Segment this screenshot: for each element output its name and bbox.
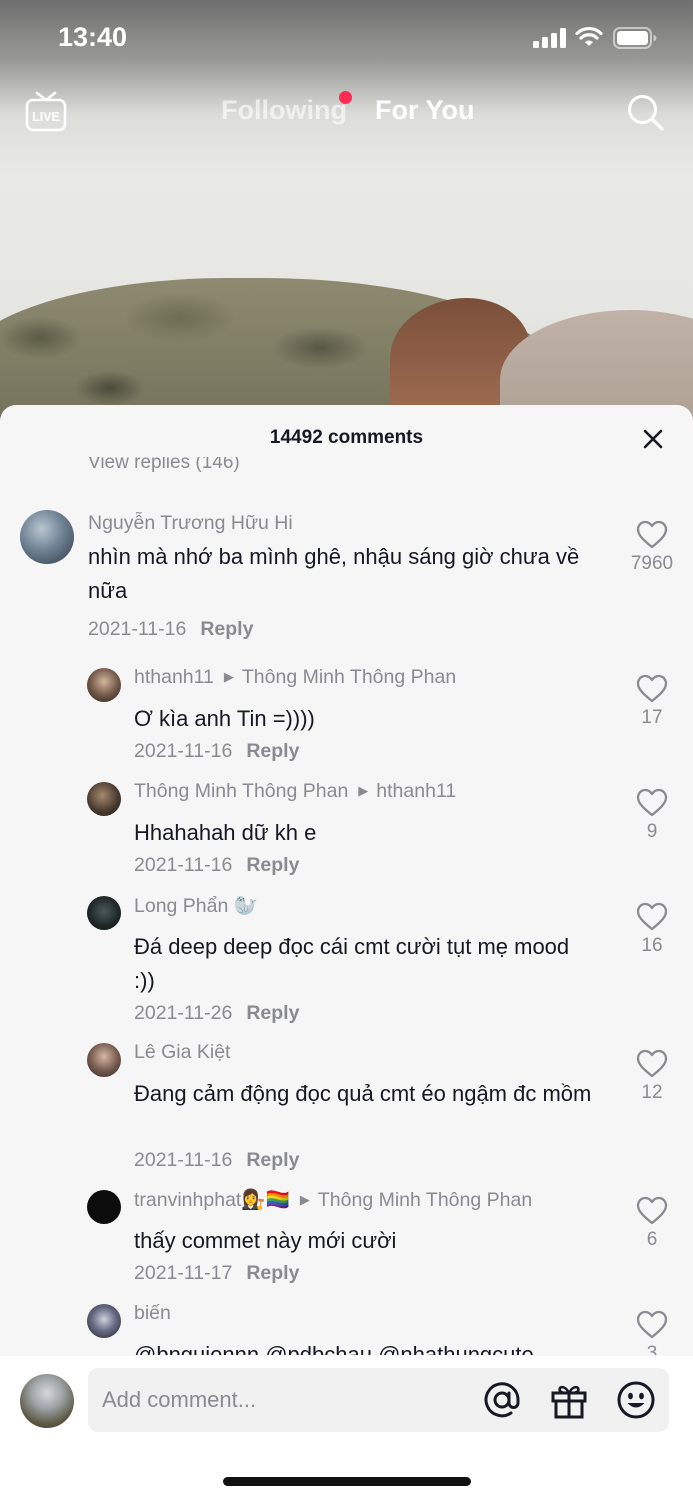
heart-outline-icon bbox=[636, 1196, 668, 1225]
reply-arrow-icon: ▶ bbox=[299, 1192, 310, 1207]
reply-meta: 2021-11-16 Reply bbox=[134, 1149, 299, 1172]
reply-to-username: Thông Minh Thông Phan bbox=[317, 1189, 533, 1211]
comment-text: nhìn mà nhớ ba mình ghê, nhậu sáng giờ c… bbox=[88, 544, 580, 603]
like-count: 16 bbox=[641, 935, 663, 956]
reply-text: Đá deep deep đọc cái cmt cười tụt mẹ moo… bbox=[134, 934, 570, 993]
status-bar: 13:40 bbox=[0, 0, 693, 80]
reply-button[interactable]: Reply bbox=[246, 854, 299, 876]
avatar[interactable] bbox=[87, 782, 121, 816]
reply-text: Đang cảm động đọc quả cmt éo ngậm đc mồm bbox=[134, 1081, 592, 1106]
like-count: 9 bbox=[646, 821, 658, 842]
reply-button[interactable]: Reply bbox=[246, 1262, 299, 1284]
smiley-icon[interactable] bbox=[616, 1380, 656, 1420]
reply-meta: 2021-11-16 Reply bbox=[134, 854, 299, 877]
reply-button[interactable]: Reply bbox=[200, 618, 253, 640]
comment-input-bar bbox=[0, 1356, 693, 1500]
live-label: LIVE bbox=[32, 110, 60, 124]
heart-outline-icon bbox=[636, 520, 668, 549]
avatar[interactable] bbox=[87, 896, 121, 930]
cellular-signal-icon bbox=[533, 28, 566, 48]
comment-meta: 2021-11-16 Reply bbox=[88, 618, 253, 641]
wifi-icon bbox=[575, 26, 603, 46]
comments-list[interactable]: View replies (146) Nguyễn Trương Hữu Hi … bbox=[0, 457, 693, 1355]
like-count: 17 bbox=[641, 707, 663, 728]
avatar[interactable] bbox=[20, 510, 74, 564]
battery-icon bbox=[613, 27, 657, 49]
reply-username[interactable]: hthanh11 ▶ Thông Minh Thông Phan bbox=[134, 666, 456, 689]
reply-text: Ơ kìa anh Tin =)))) bbox=[134, 706, 315, 731]
reply-arrow-icon: ▶ bbox=[358, 783, 369, 798]
like-count: 3 bbox=[646, 1343, 658, 1355]
tab-for-you[interactable]: For You bbox=[375, 95, 475, 126]
avatar[interactable] bbox=[87, 1190, 121, 1224]
tab-following[interactable]: Following bbox=[221, 95, 347, 126]
live-tv-icon[interactable]: LIVE bbox=[24, 90, 68, 134]
notification-dot bbox=[339, 91, 352, 104]
heart-outline-icon bbox=[636, 788, 668, 817]
reply-text: Hhahahah dữ kh e bbox=[134, 820, 317, 845]
close-icon[interactable] bbox=[641, 427, 665, 451]
at-icon[interactable] bbox=[482, 1380, 522, 1420]
comment-input[interactable] bbox=[102, 1380, 462, 1420]
reply-username[interactable]: biến bbox=[134, 1302, 171, 1325]
comments-count-title: 14492 comments bbox=[269, 427, 424, 448]
avatar[interactable] bbox=[87, 1043, 121, 1077]
reply-button[interactable]: Reply bbox=[246, 740, 299, 762]
comment-input-container[interactable] bbox=[88, 1368, 669, 1432]
like-button[interactable]: 6 bbox=[622, 1196, 682, 1251]
heart-outline-icon bbox=[636, 1049, 668, 1078]
reply-date: 2021-11-17 bbox=[134, 1262, 233, 1284]
like-button[interactable]: 7960 bbox=[622, 520, 682, 575]
reply-text: @bnguiennn @pdbchau @nhathungcute bbox=[134, 1342, 534, 1355]
reply-meta: 2021-11-16 Reply bbox=[134, 740, 299, 763]
my-avatar[interactable] bbox=[20, 1374, 74, 1428]
reply-arrow-icon: ▶ bbox=[223, 669, 234, 684]
like-button[interactable]: 12 bbox=[622, 1049, 682, 1104]
reply-username[interactable]: Long Phẩn 🦭 bbox=[134, 894, 258, 918]
reply-button[interactable]: Reply bbox=[246, 1002, 299, 1024]
like-button[interactable]: 16 bbox=[622, 902, 682, 957]
search-icon[interactable] bbox=[625, 92, 665, 132]
like-button[interactable]: 9 bbox=[622, 788, 682, 843]
reply-username[interactable]: Thông Minh Thông Phan ▶ hthanh11 bbox=[134, 780, 456, 803]
reply-username[interactable]: Lê Gia Kiệt bbox=[134, 1041, 230, 1064]
reply-to-username: hthanh11 bbox=[376, 780, 457, 802]
like-count: 12 bbox=[641, 1082, 663, 1103]
reply-date: 2021-11-16 bbox=[134, 740, 233, 762]
heart-outline-icon bbox=[636, 902, 668, 931]
avatar[interactable] bbox=[87, 1304, 121, 1338]
avatar[interactable] bbox=[87, 668, 121, 702]
reply-meta: 2021-11-17 Reply bbox=[134, 1262, 299, 1285]
reply-date: 2021-11-26 bbox=[134, 1002, 233, 1024]
reply-date: 2021-11-16 bbox=[134, 854, 233, 876]
home-indicator bbox=[223, 1477, 471, 1486]
like-button[interactable]: 17 bbox=[622, 674, 682, 729]
like-count: 6 bbox=[646, 1229, 658, 1250]
view-replies-link[interactable]: View replies (146) bbox=[88, 457, 240, 474]
reply-username[interactable]: tranvinhphat👩‍⚖️🏳️‍🌈 ▶ Thông Minh Thông Ph… bbox=[134, 1188, 532, 1212]
reply-date: 2021-11-16 bbox=[134, 1149, 233, 1171]
heart-outline-icon bbox=[636, 1310, 668, 1339]
comment-username[interactable]: Nguyễn Trương Hữu Hi bbox=[88, 512, 293, 535]
status-time: 13:40 bbox=[58, 22, 128, 52]
comments-sheet: 14492 comments View replies (146) Nguyễn… bbox=[0, 405, 693, 1500]
reply-to-username: Thông Minh Thông Phan bbox=[241, 666, 457, 688]
heart-outline-icon bbox=[636, 674, 668, 703]
gift-icon[interactable] bbox=[549, 1380, 589, 1420]
comment-date: 2021-11-16 bbox=[88, 618, 187, 640]
reply-button[interactable]: Reply bbox=[246, 1149, 299, 1171]
reply-meta: 2021-11-26 Reply bbox=[134, 1002, 299, 1025]
like-count: 7960 bbox=[630, 553, 674, 574]
reply-text: thấy commet này mới cười bbox=[134, 1228, 397, 1253]
like-button[interactable]: 3 bbox=[622, 1310, 682, 1355]
